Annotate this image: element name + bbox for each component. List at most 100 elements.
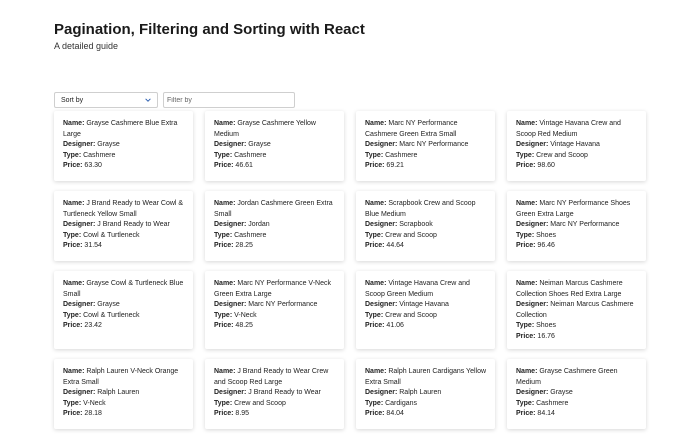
- product-designer-label: Designer:: [516, 389, 549, 396]
- product-name-label: Name:: [516, 200, 538, 207]
- product-type-line: Type: Cashmere: [516, 399, 638, 410]
- product-name-label: Name:: [63, 280, 85, 287]
- product-designer-line: Designer: Grayse: [214, 140, 336, 151]
- product-name-label: Name:: [365, 120, 387, 127]
- product-designer-line: Designer: Marc NY Performance: [365, 140, 487, 151]
- product-name-label: Name:: [516, 280, 538, 287]
- product-price-label: Price:: [63, 242, 83, 249]
- product-designer-value: J Brand Ready to Wear: [248, 389, 321, 396]
- product-designer-label: Designer:: [63, 141, 96, 148]
- product-type-label: Type:: [63, 151, 82, 159]
- product-price-label: Price:: [214, 322, 234, 329]
- product-card: Name: J Brand Ready to Wear Crew and Sco…: [205, 359, 344, 429]
- product-type-value: V-Neck: [83, 399, 106, 407]
- product-type-value: Cowl & Turtleneck: [83, 311, 140, 319]
- product-price-line: Price: 41.06: [365, 321, 487, 332]
- product-name-line: Name: Marc NY Performance Shoes Green Ex…: [516, 199, 638, 220]
- product-type-line: Type: Cashmere: [214, 151, 336, 162]
- product-designer-label: Designer:: [214, 141, 247, 148]
- product-type-label: Type:: [214, 311, 233, 319]
- product-type-line: Type: V-Neck: [214, 311, 336, 322]
- product-card: Name: Neiman Marcus Cashmere Collection …: [507, 271, 646, 349]
- controls-bar: Sort by: [54, 92, 295, 108]
- product-designer-line: Designer: Scrapbook: [365, 220, 487, 231]
- sort-by-select[interactable]: Sort by: [54, 92, 158, 108]
- product-card: Name: Grayse Cashmere Blue Extra Large De…: [54, 111, 193, 181]
- product-type-label: Type:: [214, 399, 233, 407]
- product-name-line: Name: Marc NY Performance V-Neck Green E…: [214, 279, 336, 300]
- product-designer-label: Designer:: [214, 389, 247, 396]
- product-price-value: 96.46: [537, 242, 555, 249]
- product-card: Name: Jordan Cashmere Green Extra Small D…: [205, 191, 344, 261]
- product-name-line: Name: Marc NY Performance Cashmere Green…: [365, 119, 487, 140]
- product-designer-line: Designer: J Brand Ready to Wear: [214, 388, 336, 399]
- product-designer-value: Vintage Havana: [399, 301, 449, 308]
- product-price-line: Price: 31.54: [63, 241, 185, 252]
- product-type-label: Type:: [516, 322, 535, 329]
- product-designer-label: Designer:: [63, 221, 96, 228]
- product-type-value: Shoes: [536, 322, 556, 329]
- product-name-line: Name: Jordan Cashmere Green Extra Small: [214, 199, 336, 220]
- product-designer-label: Designer:: [365, 221, 398, 228]
- product-name-line: Name: J Brand Ready to Wear Cowl & Turtl…: [63, 199, 185, 220]
- product-designer-value: Jordan: [248, 221, 270, 228]
- product-price-label: Price:: [63, 162, 83, 169]
- product-price-line: Price: 46.61: [214, 161, 336, 172]
- product-name-line: Name: J Brand Ready to Wear Crew and Sco…: [214, 367, 336, 388]
- product-name-line: Name: Vintage Havana Crew and Scoop Gree…: [365, 279, 487, 300]
- product-price-label: Price:: [63, 322, 83, 329]
- product-type-value: Cowl & Turtleneck: [83, 231, 140, 239]
- product-price-label: Price:: [63, 410, 83, 417]
- product-designer-line: Designer: Jordan: [214, 220, 336, 231]
- product-designer-line: Designer: Neiman Marcus Cashmere Collect…: [516, 300, 638, 321]
- product-designer-value: Marc NY Performance: [399, 141, 469, 148]
- product-designer-value: Grayse: [248, 141, 271, 148]
- product-name-line: Name: Grayse Cowl & Turtleneck Blue Smal…: [63, 279, 185, 300]
- product-price-value: 23.42: [84, 322, 102, 329]
- page-header: Pagination, Filtering and Sorting with R…: [54, 20, 365, 52]
- product-price-label: Price:: [214, 410, 234, 417]
- product-card: Name: J Brand Ready to Wear Cowl & Turtl…: [54, 191, 193, 261]
- filter-input[interactable]: [163, 92, 295, 108]
- product-type-value: Crew and Scoop: [385, 231, 437, 239]
- product-type-label: Type:: [63, 311, 82, 319]
- product-price-value: 98.60: [537, 162, 555, 169]
- product-type-line: Type: Cardigans: [365, 399, 487, 410]
- product-card: Name: Marc NY Performance Shoes Green Ex…: [507, 191, 646, 261]
- product-type-line: Type: Cashmere: [63, 151, 185, 162]
- product-designer-line: Designer: Vintage Havana: [516, 140, 638, 151]
- product-price-line: Price: 84.14: [516, 409, 638, 420]
- product-type-label: Type:: [214, 231, 233, 239]
- product-type-value: Cashmere: [536, 399, 569, 407]
- product-name-label: Name:: [365, 280, 387, 287]
- product-price-value: 44.64: [386, 242, 404, 249]
- product-price-label: Price:: [516, 242, 536, 249]
- product-price-label: Price:: [365, 162, 385, 169]
- product-type-line: Type: Cashmere: [365, 151, 487, 162]
- product-card: Name: Marc NY Performance V-Neck Green E…: [205, 271, 344, 349]
- product-price-line: Price: 8.95: [214, 409, 336, 420]
- page-subtitle: A detailed guide: [54, 41, 119, 51]
- product-price-value: 48.25: [235, 322, 253, 329]
- product-type-label: Type:: [516, 151, 535, 159]
- product-name-label: Name:: [63, 200, 85, 207]
- product-designer-label: Designer:: [516, 301, 549, 308]
- product-type-label: Type:: [516, 231, 535, 239]
- product-name-label: Name:: [365, 200, 387, 207]
- product-type-label: Type:: [214, 151, 233, 159]
- product-name-line: Name: Grayse Cashmere Yellow Medium: [214, 119, 336, 140]
- product-name-line: Name: Scrapbook Crew and Scoop Blue Medi…: [365, 199, 487, 220]
- product-designer-label: Designer:: [516, 141, 549, 148]
- product-card: Name: Marc NY Performance Cashmere Green…: [356, 111, 495, 181]
- page-title: Pagination, Filtering and Sorting with R…: [54, 21, 365, 38]
- product-designer-label: Designer:: [365, 389, 398, 396]
- product-designer-value: J Brand Ready to Wear: [97, 221, 170, 228]
- product-type-value: Cashmere: [234, 151, 267, 159]
- product-type-value: Crew and Scoop: [385, 311, 437, 319]
- product-designer-line: Designer: Grayse: [516, 388, 638, 399]
- product-name-label: Name:: [214, 200, 236, 207]
- product-designer-line: Designer: Marc NY Performance: [516, 220, 638, 231]
- product-designer-value: Marc NY Performance: [248, 301, 318, 308]
- product-name-label: Name:: [365, 368, 387, 375]
- product-type-value: Cashmere: [234, 231, 267, 239]
